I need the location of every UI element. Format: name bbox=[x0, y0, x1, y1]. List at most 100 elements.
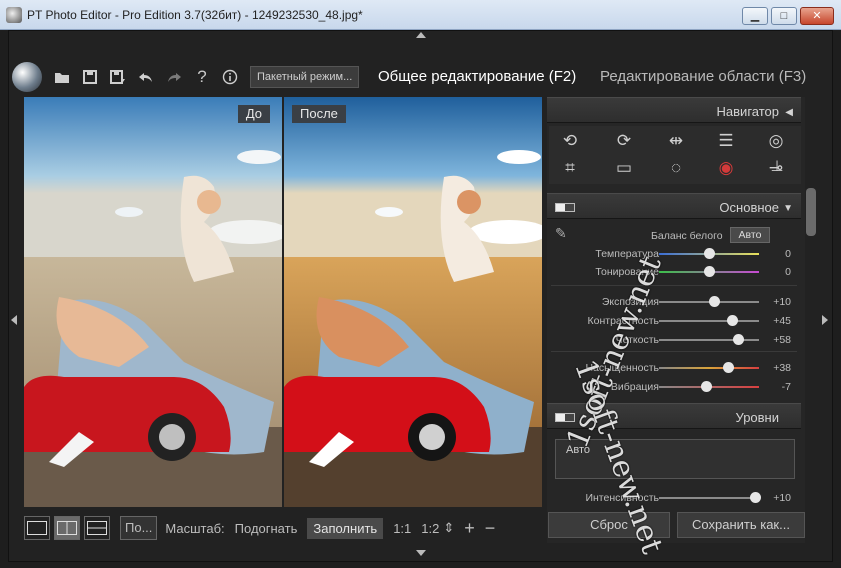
slider-knob[interactable] bbox=[704, 248, 715, 259]
slider-label: Вибрация bbox=[610, 381, 659, 393]
slider-value: 0 bbox=[785, 266, 791, 278]
tab-area-editing[interactable]: Редактирование области (F3) bbox=[600, 68, 806, 85]
after-label: После bbox=[292, 105, 346, 123]
panel-scrollbar[interactable] bbox=[806, 188, 816, 236]
minimize-button[interactable]: ▁ bbox=[742, 7, 768, 25]
window-title: PT Photo Editor - Pro Edition 3.7(32бит)… bbox=[27, 8, 363, 22]
split-horizontal-icon bbox=[87, 521, 107, 535]
slider-label: Экспозиция bbox=[601, 296, 659, 308]
slider-track[interactable] bbox=[659, 367, 759, 369]
close-button[interactable]: ✕ bbox=[800, 7, 834, 25]
collapse-right-arrow-icon[interactable] bbox=[822, 315, 828, 325]
after-preview[interactable]: После bbox=[284, 97, 542, 507]
basic-toggle[interactable] bbox=[555, 203, 575, 212]
rotate-right-icon[interactable]: ⟳ bbox=[609, 129, 639, 153]
eyedropper-icon[interactable]: ✎ bbox=[555, 225, 575, 243]
slider-track[interactable] bbox=[659, 320, 759, 322]
rotate-left-icon[interactable]: ⟲ bbox=[555, 129, 585, 153]
slider-label: Четкость bbox=[615, 334, 659, 346]
zoom-1-1-button[interactable]: 1:1 bbox=[393, 521, 411, 536]
redo-icon[interactable] bbox=[160, 63, 188, 91]
collapse-top-arrow-icon[interactable] bbox=[416, 32, 426, 38]
title-bar: PT Photo Editor - Pro Edition 3.7(32бит)… bbox=[0, 0, 841, 30]
collapse-bottom-arrow-icon[interactable] bbox=[416, 550, 426, 556]
after-photo bbox=[284, 97, 542, 507]
slider-row[interactable]: Экспозиция +10 bbox=[547, 293, 801, 311]
white-balance-select[interactable]: Авто bbox=[730, 227, 770, 243]
crop-icon[interactable]: ⌗ bbox=[555, 156, 585, 180]
zoom-out-button[interactable]: − bbox=[485, 518, 496, 539]
maximize-button[interactable]: □ bbox=[771, 7, 797, 25]
collapse-left-arrow-icon[interactable] bbox=[11, 315, 17, 325]
single-view-button[interactable] bbox=[24, 516, 50, 540]
levels-auto-label[interactable]: Авто bbox=[566, 444, 590, 456]
slider-row[interactable]: Четкость +58 bbox=[547, 331, 801, 349]
before-preview[interactable]: До bbox=[24, 97, 282, 507]
zoom-in-button[interactable]: + bbox=[464, 518, 475, 539]
slider-row[interactable]: Температура 0 bbox=[547, 245, 801, 263]
red-eye-icon[interactable]: ◉ bbox=[711, 156, 741, 180]
info-icon[interactable] bbox=[216, 63, 244, 91]
flip-horizontal-icon[interactable]: ⇹ bbox=[661, 129, 691, 153]
zoom-1-2-button[interactable]: 1:2 bbox=[421, 521, 439, 536]
basic-title: Основное bbox=[719, 200, 779, 215]
levels-histogram[interactable]: Авто bbox=[555, 439, 795, 479]
slider-row[interactable]: Тонирование 0 bbox=[547, 263, 801, 281]
slider-knob[interactable] bbox=[723, 362, 734, 373]
split-vertical-view-button[interactable] bbox=[54, 516, 80, 540]
levels-title: Уровни bbox=[735, 410, 779, 425]
levels-toggle[interactable] bbox=[555, 413, 575, 422]
open-folder-icon[interactable] bbox=[48, 63, 76, 91]
fill-button[interactable]: Заполнить bbox=[307, 517, 384, 539]
help-icon[interactable]: ? bbox=[188, 63, 216, 91]
slider-knob[interactable] bbox=[709, 296, 720, 307]
slider-knob[interactable] bbox=[727, 315, 738, 326]
scale-label: Масштаб: bbox=[165, 520, 225, 536]
zoom-spinner-icon[interactable]: ⇕ bbox=[443, 520, 454, 536]
intensity-value: +10 bbox=[773, 492, 791, 504]
slider-knob[interactable] bbox=[704, 266, 715, 277]
straighten-icon[interactable]: ▭ bbox=[609, 156, 639, 180]
flip-vertical-icon[interactable]: ☰ bbox=[711, 129, 741, 153]
tab-general-editing[interactable]: Общее редактирование (F2) bbox=[378, 68, 576, 85]
slider-knob[interactable] bbox=[701, 381, 712, 392]
fit-button[interactable]: Подогнать bbox=[235, 521, 298, 536]
slider-value: +45 bbox=[773, 315, 791, 327]
slider-value: 0 bbox=[785, 248, 791, 260]
slider-label: Тонирование bbox=[595, 266, 659, 278]
save-icon[interactable] bbox=[76, 63, 104, 91]
stamp-icon[interactable]: ⊥ bbox=[762, 157, 792, 181]
vignette-icon[interactable]: ◌ bbox=[661, 156, 691, 180]
save-as-button[interactable]: Сохранить как... bbox=[677, 512, 805, 538]
collapse-left-icon: ◀ bbox=[785, 107, 793, 118]
levels-header[interactable]: Уровни bbox=[547, 403, 801, 429]
view-options-button[interactable]: По... bbox=[120, 516, 158, 540]
undo-icon[interactable] bbox=[132, 63, 160, 91]
section-divider bbox=[551, 351, 797, 352]
reset-button[interactable]: Сброс bbox=[548, 512, 670, 538]
slider-row[interactable]: Вибрация -7 bbox=[547, 378, 801, 396]
slider-label: Температура bbox=[595, 248, 659, 260]
navigator-header[interactable]: Навигатор ◀ bbox=[547, 97, 801, 123]
save-as-icon[interactable] bbox=[104, 63, 132, 91]
basic-header[interactable]: Основное ▼ bbox=[547, 193, 801, 219]
batch-mode-button[interactable]: Пакетный режим... bbox=[250, 66, 360, 88]
slider-value: +38 bbox=[773, 362, 791, 374]
before-label: До bbox=[237, 105, 270, 123]
spiral-icon[interactable]: ◎ bbox=[761, 129, 791, 153]
app-icon bbox=[6, 7, 22, 23]
collapse-down-icon: ▼ bbox=[783, 203, 793, 214]
slider-knob[interactable] bbox=[733, 334, 744, 345]
slider-row[interactable]: Контрастность +45 bbox=[547, 312, 801, 330]
slider-label: Насыщенность bbox=[585, 362, 659, 374]
split-horizontal-view-button[interactable] bbox=[84, 516, 110, 540]
app-logo bbox=[12, 62, 42, 92]
intensity-slider[interactable]: Интенсивность +10 bbox=[547, 489, 801, 507]
slider-value: +10 bbox=[773, 296, 791, 308]
intensity-knob[interactable] bbox=[750, 492, 761, 503]
slider-label: Контрастность bbox=[587, 315, 659, 327]
before-photo bbox=[24, 97, 282, 507]
slider-row[interactable]: Насыщенность +38 bbox=[547, 359, 801, 377]
intensity-track[interactable] bbox=[659, 497, 759, 499]
slider-track[interactable] bbox=[659, 339, 759, 341]
